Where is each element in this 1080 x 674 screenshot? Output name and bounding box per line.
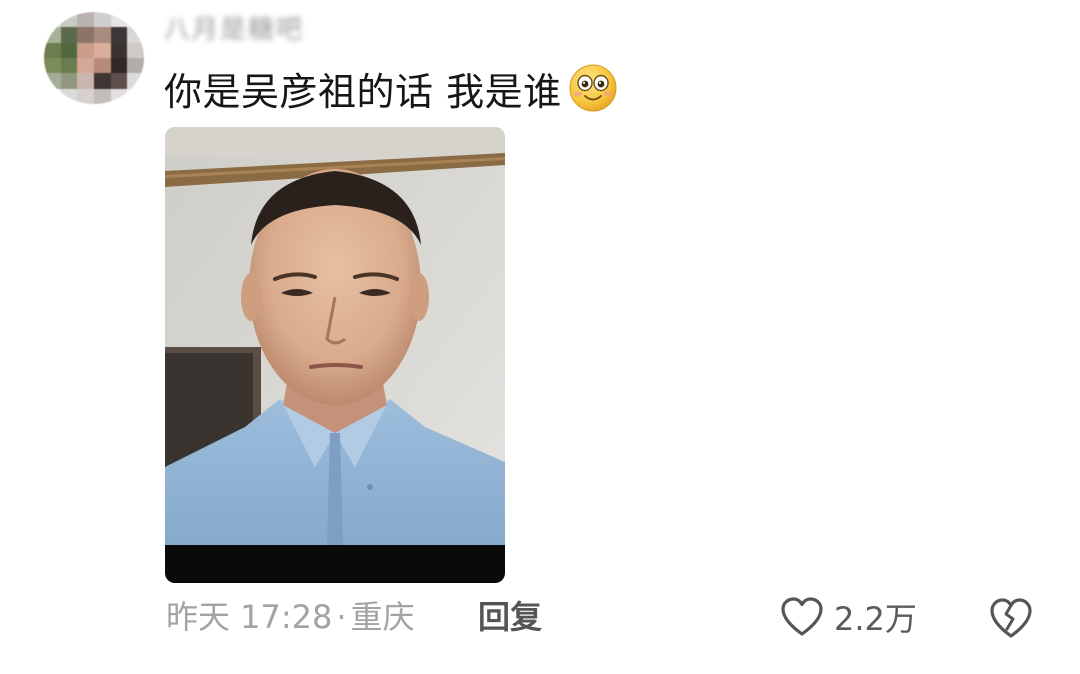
comment-text: 你是吴彦祖的话 我是谁 bbox=[164, 62, 618, 114]
comment-text-content: 你是吴彦祖的话 我是谁 bbox=[164, 69, 562, 114]
portrait-photo bbox=[165, 127, 505, 583]
like-button[interactable]: 2.2万 bbox=[780, 594, 917, 640]
smile-emoji-icon bbox=[569, 64, 617, 112]
comment-meta: 昨天 17:28 · 重庆 bbox=[166, 594, 415, 640]
broken-heart-icon[interactable] bbox=[988, 596, 1034, 640]
heart-icon[interactable] bbox=[780, 596, 824, 638]
meta-separator: · bbox=[336, 598, 347, 636]
avatar[interactable] bbox=[44, 12, 144, 104]
reply-button[interactable]: 回复 bbox=[478, 594, 542, 640]
username[interactable]: 八月是糖吧 bbox=[164, 14, 304, 46]
like-count: 2.2万 bbox=[834, 600, 917, 638]
comment-location: 重庆 bbox=[350, 598, 415, 636]
comment-image[interactable] bbox=[165, 127, 505, 583]
comment-time: 昨天 17:28 bbox=[166, 598, 333, 636]
avatar-mosaic bbox=[44, 12, 144, 104]
